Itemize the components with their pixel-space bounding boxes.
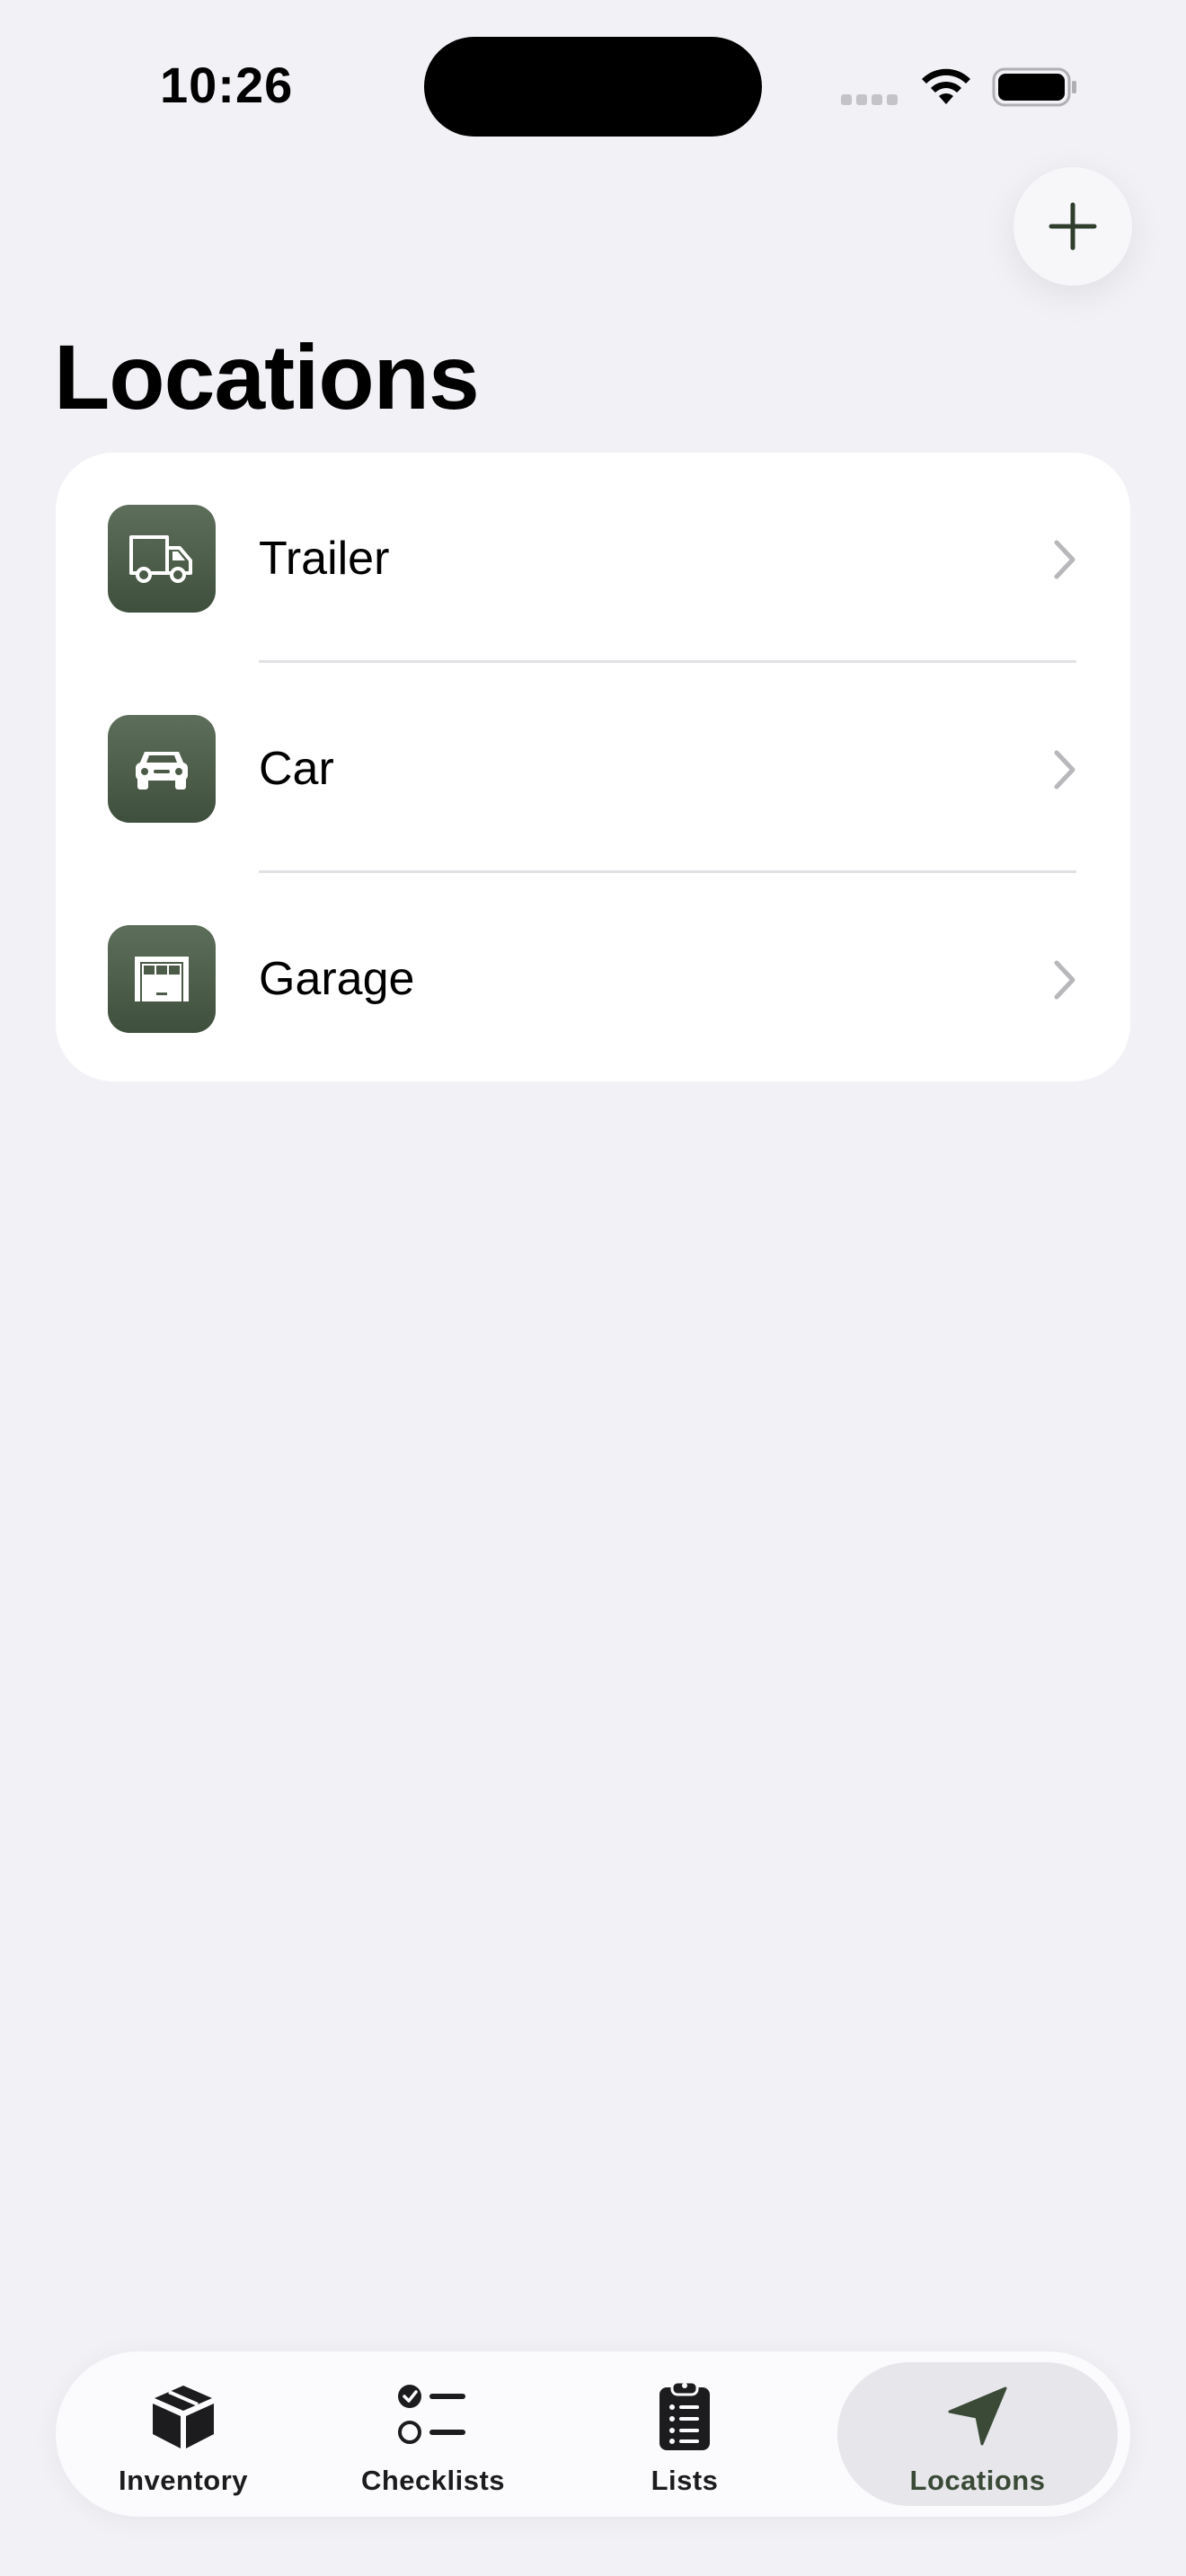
- tab-checklists[interactable]: Checklists: [325, 2362, 541, 2506]
- tab-bar: Inventory Checklists Lists Locations: [56, 2351, 1130, 2517]
- location-label: Garage: [259, 953, 415, 1005]
- list-item-garage[interactable]: Garage: [56, 873, 1130, 1083]
- add-location-button[interactable]: [1013, 167, 1132, 286]
- list-item-car[interactable]: Car: [56, 663, 1130, 873]
- page-title: Locations: [54, 326, 480, 428]
- tab-locations[interactable]: Locations: [837, 2362, 1118, 2506]
- tab-label: Lists: [651, 2465, 719, 2496]
- dynamic-island: [424, 37, 762, 137]
- cellular-signal-icon: [841, 93, 902, 110]
- list-item-trailer[interactable]: Trailer: [56, 453, 1130, 663]
- garage-icon: [108, 925, 216, 1033]
- clipboard-icon: [658, 2380, 712, 2452]
- chevron-right-icon: [1054, 540, 1075, 579]
- tab-label: Locations: [909, 2465, 1046, 2496]
- chevron-right-icon: [1054, 750, 1075, 790]
- wifi-icon: [922, 68, 970, 104]
- tab-lists[interactable]: Lists: [595, 2362, 774, 2506]
- plus-icon: [1049, 202, 1097, 251]
- truck-icon: [108, 505, 216, 613]
- chevron-right-icon: [1054, 960, 1075, 1000]
- status-time: 10:26: [160, 57, 294, 113]
- tab-inventory[interactable]: Inventory: [75, 2362, 291, 2506]
- checklist-icon: [397, 2380, 469, 2452]
- tab-label: Checklists: [360, 2465, 506, 2496]
- location-label: Trailer: [259, 533, 390, 585]
- car-icon: [108, 715, 216, 823]
- battery-icon: [992, 67, 1076, 107]
- location-arrow-icon: [946, 2380, 1009, 2452]
- locations-list: Trailer Car Garage: [56, 453, 1130, 1081]
- box-icon: [149, 2380, 217, 2452]
- tab-label: Inventory: [118, 2465, 249, 2496]
- locations-screen: 10:26 Locations Trailer Car Garage Inven…: [0, 0, 1186, 2576]
- location-label: Car: [259, 743, 334, 795]
